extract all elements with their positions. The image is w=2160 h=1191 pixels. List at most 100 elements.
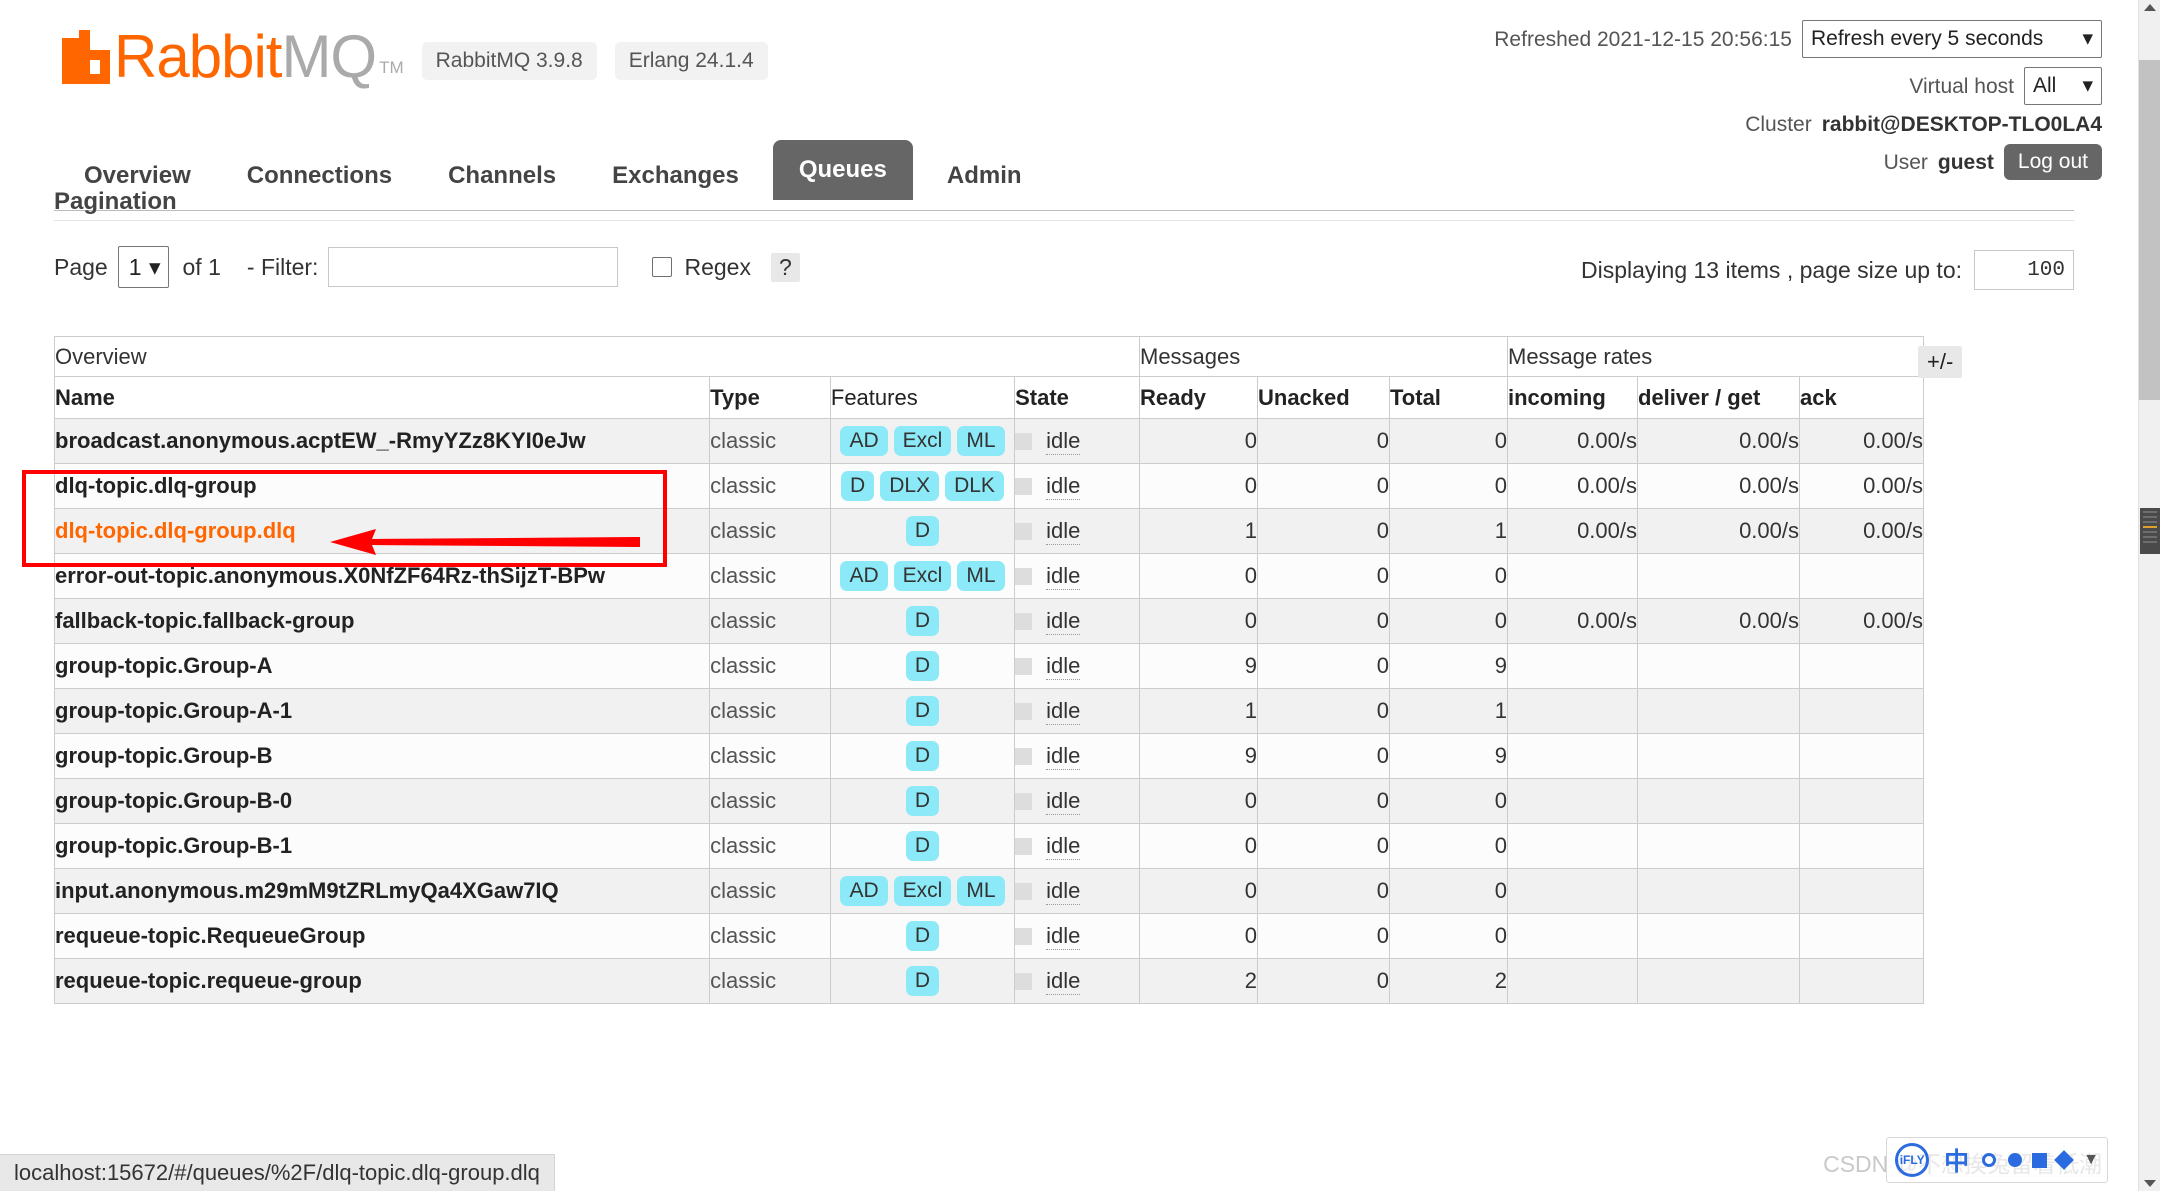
queue-state-cell: idle bbox=[1015, 509, 1140, 554]
queue-total-cell: 9 bbox=[1390, 644, 1508, 689]
tab-exchanges[interactable]: Exchanges bbox=[590, 152, 761, 200]
tab-overview[interactable]: Overview bbox=[62, 152, 213, 200]
column-header-type[interactable]: Type bbox=[710, 377, 831, 419]
regex-checkbox[interactable] bbox=[652, 257, 672, 277]
state-indicator-icon bbox=[1015, 523, 1032, 540]
feature-badge: D bbox=[906, 921, 939, 951]
queue-deliver-get-rate-cell bbox=[1638, 914, 1800, 959]
table-row[interactable]: error-out-topic.anonymous.X0NfZF64Rz-thS… bbox=[55, 554, 1924, 599]
refresh-interval-select[interactable]: Refresh every 5 seconds ▾ bbox=[1802, 20, 2102, 58]
queue-name-link[interactable]: input.anonymous.m29mM9tZRLmyQa4XGaw7IQ bbox=[55, 869, 710, 914]
queue-name-link[interactable]: group-topic.Group-B-0 bbox=[55, 779, 710, 824]
column-header-features: Features bbox=[830, 377, 1014, 419]
state-label: idle bbox=[1046, 518, 1080, 545]
table-row[interactable]: requeue-topic.requeue-groupclassicDidle2… bbox=[55, 959, 1924, 1004]
table-row[interactable]: group-topic.Group-A-1classicDidle101 bbox=[55, 689, 1924, 734]
queues-table: Overview Messages Message rates Name Typ… bbox=[54, 336, 1924, 1004]
queue-name-link[interactable]: fallback-topic.fallback-group bbox=[55, 599, 710, 644]
column-header-unacked[interactable]: Unacked bbox=[1258, 377, 1390, 419]
queue-total-cell: 0 bbox=[1390, 914, 1508, 959]
column-header-incoming[interactable]: incoming bbox=[1508, 377, 1638, 419]
filter-input[interactable] bbox=[328, 247, 618, 287]
status-bar-url: localhost:15672/#/queues/%2F/dlq-topic.d… bbox=[14, 1160, 540, 1186]
tab-admin[interactable]: Admin bbox=[925, 152, 1044, 200]
column-header-deliver-get[interactable]: deliver / get bbox=[1638, 377, 1800, 419]
logo-text-primary: Rabbit bbox=[114, 30, 281, 84]
column-header-ack[interactable]: ack bbox=[1800, 377, 1924, 419]
column-header-ready[interactable]: Ready bbox=[1140, 377, 1258, 419]
scroll-down-arrow-icon[interactable] bbox=[2144, 1180, 2156, 1187]
state-indicator-icon bbox=[1015, 658, 1032, 675]
queue-name-link[interactable]: group-topic.Group-A-1 bbox=[55, 689, 710, 734]
feature-badge: ML bbox=[957, 426, 1004, 456]
vertical-scrollbar[interactable] bbox=[2138, 0, 2160, 1191]
feature-badge: DLX bbox=[880, 471, 939, 501]
queue-name-link[interactable]: group-topic.Group-B-1 bbox=[55, 824, 710, 869]
table-row[interactable]: broadcast.anonymous.acptEW_-RmyYZz8KYI0e… bbox=[55, 419, 1924, 464]
scroll-up-arrow-icon[interactable] bbox=[2144, 4, 2156, 11]
state-label: idle bbox=[1046, 923, 1080, 950]
tab-queues[interactable]: Queues bbox=[773, 140, 913, 200]
queue-state-cell: idle bbox=[1015, 599, 1140, 644]
feature-badge: D bbox=[906, 741, 939, 771]
scrollbar-thumb[interactable] bbox=[2139, 60, 2160, 400]
queue-name-link[interactable]: dlq-topic.dlq-group.dlq bbox=[55, 509, 710, 554]
column-toggle-button[interactable]: +/- bbox=[1918, 346, 1962, 378]
keyboard-icon[interactable] bbox=[2008, 1153, 2022, 1167]
cluster-label: Cluster bbox=[1745, 114, 1812, 135]
vhost-select[interactable]: All ▾ bbox=[2024, 67, 2102, 105]
punctuation-icon[interactable] bbox=[1982, 1153, 1996, 1167]
queue-deliver-get-rate-cell bbox=[1638, 959, 1800, 1004]
queue-unacked-cell: 0 bbox=[1258, 644, 1390, 689]
queue-type-cell: classic bbox=[710, 779, 831, 824]
queue-name-link[interactable]: group-topic.Group-A bbox=[55, 644, 710, 689]
page-size-input[interactable] bbox=[1974, 250, 2074, 290]
queue-name-link[interactable]: broadcast.anonymous.acptEW_-RmyYZz8KYI0e… bbox=[55, 419, 710, 464]
queue-unacked-cell: 0 bbox=[1258, 419, 1390, 464]
table-row[interactable]: dlq-topic.dlq-groupclassicDDLXDLKidle000… bbox=[55, 464, 1924, 509]
queue-name-link[interactable]: dlq-topic.dlq-group bbox=[55, 464, 710, 509]
rabbitmq-logo[interactable]: RabbitMQTM RabbitMQ 3.9.8 Erlang 24.1.4 bbox=[62, 30, 768, 84]
queue-features-cell: ADExclML bbox=[830, 419, 1014, 464]
tab-channels[interactable]: Channels bbox=[426, 152, 578, 200]
table-row[interactable]: fallback-topic.fallback-groupclassicDidl… bbox=[55, 599, 1924, 644]
feature-badge: D bbox=[841, 471, 874, 501]
state-label: idle bbox=[1046, 428, 1080, 455]
queue-incoming-rate-cell bbox=[1508, 824, 1638, 869]
toolbox-icon[interactable] bbox=[2032, 1153, 2047, 1168]
chevron-down-icon[interactable]: ▼ bbox=[2083, 1151, 2099, 1169]
vhost-label: Virtual host bbox=[1909, 76, 2014, 97]
settings-icon[interactable] bbox=[2054, 1150, 2074, 1170]
table-row[interactable]: group-topic.Group-B-0classicDidle000 bbox=[55, 779, 1924, 824]
queue-deliver-get-rate-cell bbox=[1638, 644, 1800, 689]
logout-button[interactable]: Log out bbox=[2004, 144, 2102, 180]
column-header-name[interactable]: Name bbox=[55, 377, 710, 419]
table-row[interactable]: dlq-topic.dlq-group.dlqclassicDidle1010.… bbox=[55, 509, 1924, 554]
queue-name-link[interactable]: requeue-topic.RequeueGroup bbox=[55, 914, 710, 959]
queue-deliver-get-rate-cell bbox=[1638, 824, 1800, 869]
scrollbar-marker bbox=[2140, 508, 2160, 554]
filter-controls: Page 1 ▾ of 1 - Filter: Regex ? bbox=[54, 246, 800, 288]
queue-ready-cell: 0 bbox=[1140, 869, 1258, 914]
queue-ack-rate-cell bbox=[1800, 869, 1924, 914]
column-header-total[interactable]: Total bbox=[1390, 377, 1508, 419]
queue-name-link[interactable]: group-topic.Group-B bbox=[55, 734, 710, 779]
queue-deliver-get-rate-cell bbox=[1638, 869, 1800, 914]
table-row[interactable]: group-topic.Group-AclassicDidle909 bbox=[55, 644, 1924, 689]
regex-help-icon[interactable]: ? bbox=[771, 253, 800, 282]
queue-total-cell: 2 bbox=[1390, 959, 1508, 1004]
table-row[interactable]: group-topic.Group-BclassicDidle909 bbox=[55, 734, 1924, 779]
ime-toolbar[interactable]: iFLY 中 ▼ bbox=[1886, 1137, 2108, 1183]
queue-state-cell: idle bbox=[1015, 779, 1140, 824]
feature-badge: D bbox=[906, 606, 939, 636]
queue-name-link[interactable]: error-out-topic.anonymous.X0NfZF64Rz-thS… bbox=[55, 554, 710, 599]
table-row[interactable]: group-topic.Group-B-1classicDidle000 bbox=[55, 824, 1924, 869]
page-number-select[interactable]: 1 ▾ bbox=[118, 246, 169, 288]
table-row[interactable]: requeue-topic.RequeueGroupclassicDidle00… bbox=[55, 914, 1924, 959]
tab-connections[interactable]: Connections bbox=[225, 152, 414, 200]
chinese-mode-icon[interactable]: 中 bbox=[1944, 1142, 1969, 1178]
queue-name-link[interactable]: requeue-topic.requeue-group bbox=[55, 959, 710, 1004]
column-header-state[interactable]: State bbox=[1015, 377, 1140, 419]
table-row[interactable]: input.anonymous.m29mM9tZRLmyQa4XGaw7IQcl… bbox=[55, 869, 1924, 914]
queue-total-cell: 0 bbox=[1390, 779, 1508, 824]
